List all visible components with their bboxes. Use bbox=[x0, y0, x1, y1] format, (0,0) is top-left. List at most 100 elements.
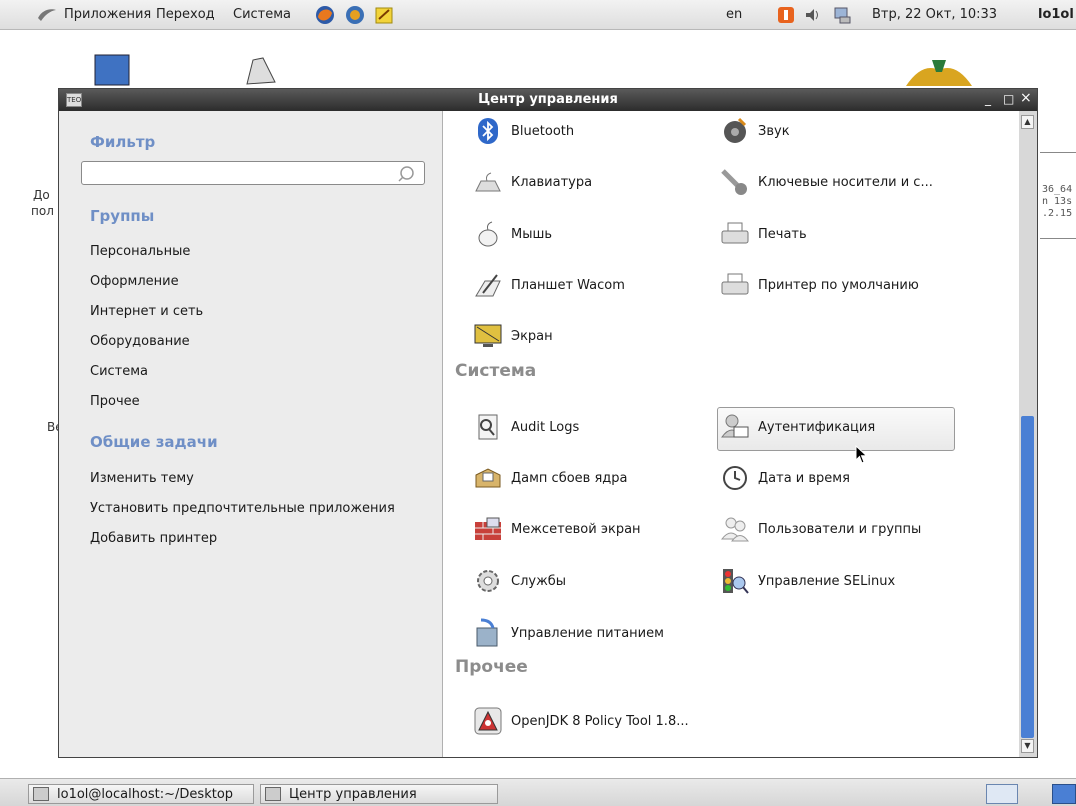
computer-desktop-icon[interactable] bbox=[94, 54, 130, 86]
task-change-theme[interactable]: Изменить тему bbox=[90, 471, 194, 486]
taskbar-terminal[interactable]: lo1ol@localhost:~/Desktop bbox=[28, 784, 254, 804]
users-icon bbox=[720, 514, 750, 544]
applet-label: Клавиатура bbox=[511, 174, 593, 190]
group-other[interactable]: Прочее bbox=[90, 394, 140, 409]
firefox-icon[interactable] bbox=[315, 5, 335, 25]
bottom-panel: lo1ol@localhost:~/Desktop Центр управлен… bbox=[0, 778, 1076, 806]
applet-services[interactable]: Службы bbox=[473, 563, 566, 599]
applet-audit-logs[interactable]: Audit Logs bbox=[473, 409, 579, 445]
maximize-button[interactable]: □ bbox=[1003, 92, 1014, 106]
tablet-icon bbox=[473, 270, 503, 300]
power-icon bbox=[473, 618, 503, 648]
applet-wacom-tablet[interactable]: Планшет Wacom bbox=[473, 267, 625, 303]
scroll-up-button[interactable]: ▲ bbox=[1021, 115, 1034, 129]
applet-label: OpenJDK 8 Policy Tool 1.8... bbox=[511, 713, 689, 729]
applet-selinux[interactable]: Управление SELinux bbox=[720, 563, 895, 599]
sidebar: Фильтр Группы Персональные Оформление Ин… bbox=[59, 111, 439, 757]
group-internet-network[interactable]: Интернет и сеть bbox=[90, 304, 203, 319]
applet-key-media[interactable]: Ключевые носители и с... bbox=[720, 164, 933, 200]
group-system[interactable]: Система bbox=[90, 364, 148, 379]
search-icon[interactable] bbox=[397, 165, 415, 183]
applet-label: Управление SELinux bbox=[758, 573, 896, 589]
applet-kernel-crash-dump[interactable]: Дамп сбоев ядра bbox=[473, 460, 628, 496]
clock-icon bbox=[720, 463, 750, 493]
window-title: Центр управления bbox=[478, 92, 618, 107]
applet-label: Принтер по умолчанию bbox=[758, 277, 919, 293]
applet-label: Дата и время bbox=[758, 470, 850, 486]
applet-authentication[interactable]: Аутентификация bbox=[720, 409, 875, 445]
applet-label: Экран bbox=[511, 328, 553, 344]
desktop-text-fragment: 36_64 bbox=[1042, 184, 1073, 195]
group-hardware[interactable]: Оборудование bbox=[90, 334, 190, 349]
gnome-foot-icon[interactable] bbox=[36, 4, 58, 24]
emblem-desktop-icon bbox=[906, 60, 972, 86]
applets-scrollbar[interactable]: ▲ ▼ bbox=[1019, 111, 1037, 757]
folder-desktop-icon[interactable] bbox=[243, 56, 279, 86]
applet-power-management[interactable]: Управление питанием bbox=[473, 615, 664, 651]
menu-places[interactable]: Переход bbox=[156, 7, 215, 22]
applet-mouse[interactable]: Мышь bbox=[473, 216, 552, 252]
applet-label: Дамп сбоев ядра bbox=[511, 470, 628, 486]
workspace-1[interactable] bbox=[986, 784, 1018, 804]
applet-label: Планшет Wacom bbox=[511, 277, 625, 293]
terminal-icon bbox=[33, 787, 49, 801]
printer-icon bbox=[720, 270, 750, 300]
volume-icon[interactable] bbox=[803, 5, 823, 25]
applet-sound[interactable]: Звук bbox=[720, 113, 790, 149]
top-panel: Приложения Переход Система en Втр, 22 Ок… bbox=[0, 0, 1076, 30]
log-icon bbox=[473, 412, 503, 442]
services-icon bbox=[473, 566, 503, 596]
applet-default-printer[interactable]: Принтер по умолчанию bbox=[720, 267, 919, 303]
desktop-label-fragment: До bbox=[33, 188, 50, 202]
desktop-label-fragment: пол bbox=[31, 204, 54, 218]
close-button[interactable]: × bbox=[1020, 90, 1032, 106]
scroll-thumb[interactable] bbox=[1021, 416, 1034, 738]
applet-label: Пользователи и группы bbox=[758, 521, 922, 537]
java-icon bbox=[473, 706, 503, 736]
group-appearance[interactable]: Оформление bbox=[90, 274, 179, 289]
applet-openjdk-policy-tool[interactable]: OpenJDK 8 Policy Tool 1.8... bbox=[473, 703, 689, 739]
applet-label: Звук bbox=[758, 123, 790, 139]
applet-date-time[interactable]: Дата и время bbox=[720, 460, 850, 496]
taskbar-control-center[interactable]: Центр управления bbox=[260, 784, 498, 804]
applet-users-groups[interactable]: Пользователи и группы bbox=[720, 511, 921, 547]
text-editor-icon[interactable] bbox=[374, 5, 394, 25]
clock[interactable]: Втр, 22 Окт, 10:33 bbox=[872, 7, 997, 22]
control-center-window: TEO Центр управления _ □ × Фильтр Группы… bbox=[58, 88, 1038, 758]
applet-label: Аутентификация bbox=[758, 419, 876, 435]
section-heading-system: Система bbox=[455, 361, 537, 381]
applet-printing[interactable]: Печать bbox=[720, 216, 807, 252]
applet-label: Службы bbox=[511, 573, 567, 589]
applet-label: Мышь bbox=[511, 226, 553, 242]
selinux-icon bbox=[720, 566, 750, 596]
group-personal[interactable]: Персональные bbox=[90, 244, 190, 259]
applet-firewall[interactable]: Межсетевой экран bbox=[473, 511, 641, 547]
key-icon bbox=[720, 167, 750, 197]
menu-applications[interactable]: Приложения bbox=[64, 7, 151, 22]
common-tasks-heading: Общие задачи bbox=[90, 433, 218, 451]
filter-heading: Фильтр bbox=[90, 133, 156, 151]
window-titlebar[interactable]: TEO Центр управления _ □ × bbox=[59, 89, 1037, 111]
task-preferred-applications[interactable]: Установить предпочтительные приложения bbox=[90, 501, 395, 516]
taskbar-label: Центр управления bbox=[289, 786, 417, 802]
minimize-button[interactable]: _ bbox=[985, 92, 991, 106]
workspace-2[interactable] bbox=[1052, 784, 1076, 804]
crash-dump-icon bbox=[473, 463, 503, 493]
applet-bluetooth[interactable]: Bluetooth bbox=[473, 113, 574, 149]
user-name[interactable]: lo1ol bbox=[1038, 7, 1074, 22]
desktop-text-fragment: .2.15 bbox=[1042, 208, 1073, 219]
task-add-printer[interactable]: Добавить принтер bbox=[90, 531, 217, 546]
applet-label: Ключевые носители и с... bbox=[758, 174, 933, 190]
update-notifier-icon[interactable] bbox=[776, 5, 796, 25]
network-icon[interactable] bbox=[832, 5, 852, 25]
scroll-down-button[interactable]: ▼ bbox=[1021, 739, 1034, 753]
applet-label: Печать bbox=[758, 226, 807, 242]
applet-label: Межсетевой экран bbox=[511, 521, 641, 537]
applet-display[interactable]: Экран bbox=[473, 318, 553, 354]
menu-system[interactable]: Система bbox=[233, 7, 291, 22]
mail-client-icon[interactable] bbox=[345, 5, 365, 25]
filter-input[interactable] bbox=[81, 161, 425, 185]
taskbar-label: lo1ol@localhost:~/Desktop bbox=[57, 786, 234, 802]
keyboard-layout-indicator[interactable]: en bbox=[726, 7, 742, 22]
applet-keyboard[interactable]: Клавиатура bbox=[473, 164, 592, 200]
